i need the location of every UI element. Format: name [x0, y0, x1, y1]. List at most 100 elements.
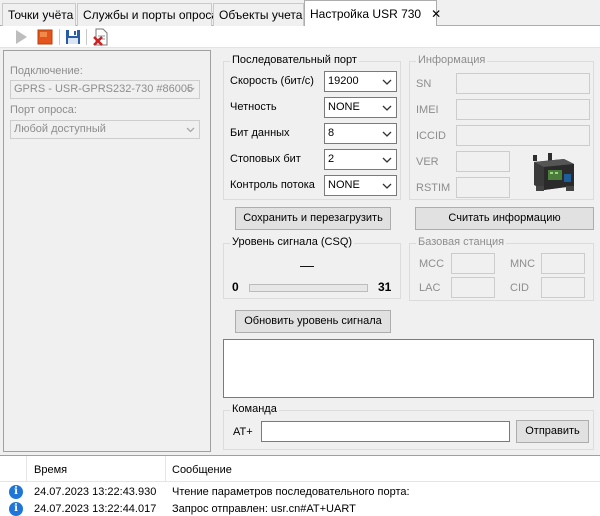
log-row[interactable]: i 24.07.2023 13:22:44.017 Запрос отправл… — [0, 501, 600, 516]
save-icon[interactable] — [64, 28, 82, 46]
send-button[interactable]: Отправить — [516, 420, 589, 443]
time-column-header[interactable]: Время — [34, 464, 67, 476]
port-select[interactable]: Любой доступный — [10, 120, 200, 139]
base-station-group: Базовая станция MCC MNC LAC CID — [409, 236, 594, 301]
data-bits-value: 8 — [328, 127, 335, 139]
rstim-field[interactable] — [456, 177, 510, 198]
tab-services-ports[interactable]: Службы и порты опроса — [77, 3, 218, 26]
cid-label: CID — [510, 282, 529, 294]
parity-value: NONE — [328, 101, 360, 113]
chevron-down-icon — [378, 176, 396, 195]
log-message: Запрос отправлен: usr.cn#AT+UART — [172, 503, 356, 515]
tab-metering-points[interactable]: Точки учёта — [2, 3, 76, 26]
info-group: Информация SN IMEI ICCID VER RSTIM — [409, 54, 594, 200]
toolbar — [0, 26, 600, 48]
log-header: Время Сообщение — [0, 456, 600, 482]
tab-label: Точки учёта — [8, 8, 74, 22]
connection-panel: Подключение: GPRS - USR-GPRS232-730 #860… — [3, 50, 211, 452]
serial-port-title: Последовательный порт — [230, 54, 359, 66]
tab-bar: Точки учёта Службы и порты опроса Объект… — [0, 0, 600, 27]
signal-group: Уровень сигнала (CSQ) — 0 31 — [223, 236, 401, 299]
column-separator — [165, 456, 166, 482]
delete-document-icon[interactable] — [92, 28, 110, 46]
lac-label: LAC — [419, 282, 441, 294]
close-icon[interactable]: ✕ — [431, 7, 441, 21]
signal-level-bar — [249, 284, 368, 292]
mcc-label: MCC — [419, 258, 445, 270]
tab-label: Объекты учета — [219, 8, 303, 22]
flow-control-value: NONE — [328, 179, 360, 191]
port-label: Порт опроса: — [10, 104, 77, 116]
stop-bits-label: Стоповых бит — [230, 153, 301, 165]
stop-bits-value: 2 — [328, 153, 335, 165]
baud-rate-select[interactable]: 19200 — [324, 71, 397, 92]
tab-label: Службы и порты опроса — [83, 8, 219, 22]
refresh-signal-button[interactable]: Обновить уровень сигнала — [235, 310, 391, 333]
serial-port-group: Последовательный порт Скорость (бит/с) 1… — [223, 54, 401, 200]
chevron-down-icon — [182, 121, 199, 138]
log-time: 24.07.2023 13:22:43.930 — [34, 486, 157, 498]
read-info-button[interactable]: Считать информацию — [415, 207, 594, 230]
baud-rate-value: 19200 — [328, 75, 359, 87]
iccid-label: ICCID — [416, 130, 446, 142]
parity-label: Четность — [230, 101, 277, 113]
signal-current-value: — — [300, 257, 314, 273]
command-group: Команда AT+ Отправить — [223, 403, 594, 450]
info-icon: i — [9, 502, 23, 516]
toolbar-separator — [59, 29, 60, 45]
signal-title: Уровень сигнала (CSQ) — [230, 236, 355, 248]
imei-label: IMEI — [416, 104, 439, 116]
tab-objects[interactable]: Объекты учета — [213, 3, 304, 26]
tab-usr730-settings[interactable]: Настройка USR 730 ✕ — [304, 0, 441, 27]
mcc-field[interactable] — [451, 253, 495, 274]
sn-label: SN — [416, 78, 432, 90]
ver-label: VER — [416, 156, 439, 168]
connection-label: Подключение: — [10, 65, 83, 77]
data-bits-select[interactable]: 8 — [324, 123, 397, 144]
message-log: Время Сообщение i 24.07.2023 13:22:43.93… — [0, 455, 600, 516]
response-output-area[interactable] — [223, 339, 594, 398]
connection-select[interactable]: GPRS - USR-GPRS232-730 #86005 — [10, 80, 200, 99]
info-icon: i — [9, 485, 23, 499]
tab-label: Настройка USR 730 — [310, 7, 422, 21]
ver-field[interactable] — [456, 151, 510, 172]
log-row[interactable]: i 24.07.2023 13:22:43.930 Чтение парамет… — [0, 484, 600, 502]
chevron-down-icon — [378, 72, 396, 91]
chevron-down-icon — [378, 150, 396, 169]
chevron-down-icon — [378, 98, 396, 117]
play-icon[interactable] — [12, 28, 30, 46]
column-separator — [26, 456, 27, 482]
parity-select[interactable]: NONE — [324, 97, 397, 118]
connection-value: GPRS - USR-GPRS232-730 #86005 — [14, 83, 194, 95]
flow-control-label: Контроль потока — [230, 179, 315, 191]
log-message: Чтение параметров последовательного порт… — [172, 486, 410, 498]
stop-icon[interactable] — [36, 28, 54, 46]
at-prefix-label: AT+ — [233, 426, 253, 438]
stop-bits-select[interactable]: 2 — [324, 149, 397, 170]
save-reboot-button[interactable]: Сохранить и перезагрузить — [235, 207, 391, 230]
info-title: Информация — [416, 54, 488, 66]
rstim-label: RSTIM — [416, 182, 451, 194]
cid-field[interactable] — [541, 277, 585, 298]
iccid-field[interactable] — [456, 125, 590, 146]
imei-field[interactable] — [456, 99, 590, 120]
data-bits-label: Бит данных — [230, 127, 290, 139]
baud-rate-label: Скорость (бит/с) — [230, 75, 314, 87]
sn-field[interactable] — [456, 73, 590, 94]
message-column-header[interactable]: Сообщение — [172, 464, 232, 476]
mnc-label: MNC — [510, 258, 536, 270]
command-title: Команда — [230, 403, 279, 415]
chevron-down-icon — [182, 81, 199, 98]
mnc-field[interactable] — [541, 253, 585, 274]
lac-field[interactable] — [451, 277, 495, 298]
toolbar-separator — [86, 29, 87, 45]
chevron-down-icon — [378, 124, 396, 143]
log-time: 24.07.2023 13:22:44.017 — [34, 503, 157, 515]
base-station-title: Базовая станция — [416, 236, 507, 248]
modem-device-image — [530, 152, 578, 194]
port-value: Любой доступный — [14, 123, 106, 135]
flow-control-select[interactable]: NONE — [324, 175, 397, 196]
command-input[interactable] — [261, 421, 510, 442]
signal-max-label: 31 — [378, 280, 392, 294]
signal-min-label: 0 — [232, 280, 239, 294]
